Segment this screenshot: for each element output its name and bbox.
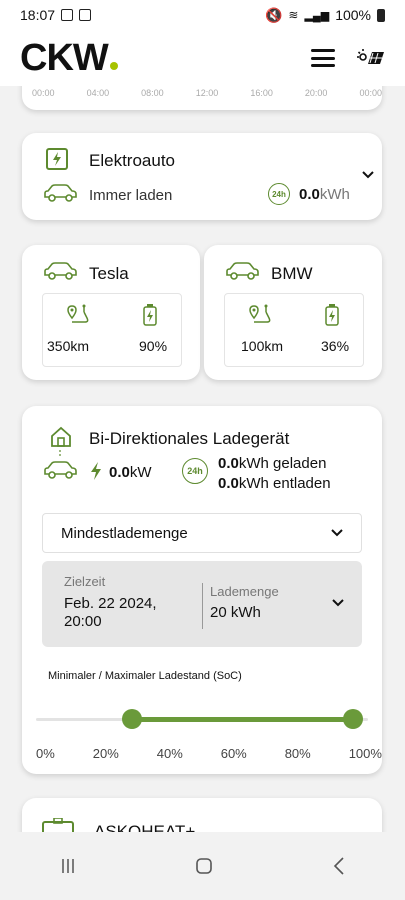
car-icon [226,262,259,280]
daily-energy: 0.0kWh [299,186,350,203]
bidirectional-charger-card[interactable]: Bi-Direktionales Ladegerät 0.0kW 24h 0.0… [22,406,382,774]
system-nav-bar [0,832,405,900]
lightning-icon [91,462,101,480]
lademenge-value[interactable]: 20 kWh [210,604,261,621]
timeline-card: 00:00 04:00 08:00 12:00 16:00 20:00 00:0… [22,86,382,110]
battery-icon [325,304,339,326]
home-icon[interactable] [195,857,213,875]
slider-tick: 100% [348,746,382,761]
energy-charged: 0.0kWh geladen [218,455,326,472]
askoheat-title: ASKOHEAT+ [94,822,196,832]
timeline-tick: 00:00 [32,88,55,98]
soc-range-slider[interactable] [36,709,368,729]
timeline-tick: 16:00 [250,88,273,98]
heater-icon [42,818,74,832]
zielzeit-time[interactable]: 20:00 [64,613,102,630]
back-icon[interactable] [333,857,345,875]
lademenge-label: Lademenge [210,584,279,599]
car-name: BMW [271,264,313,283]
car-soc: 90% [139,338,168,354]
car-stats-box: 350km 90% [42,293,182,367]
current-power-unit: kW [129,464,152,481]
battery-percent: 100% [335,7,371,23]
solar-panel-sun-icon[interactable] [357,46,385,70]
timeline-tick: 12:00 [195,88,219,98]
charging-mode: Immer laden [89,187,173,204]
chevron-down-icon[interactable] [362,171,374,179]
daily-energy-value: 0.0 [299,186,320,203]
energy-charged-value: 0.0 [218,455,239,472]
soc-label: Minimaler / Maximaler Ladestand (SoC) [48,670,242,682]
status-bar: 18:07 🔇 ≋ ▂▄▆ 100% [0,0,405,30]
route-icon [249,304,271,323]
car-icon [44,262,77,280]
slider-min-thumb[interactable] [122,709,143,729]
wifi-icon: ≋ [288,8,299,22]
energy-charged-label: kWh geladen [238,455,327,472]
energy-discharged: 0.0kWh entladen [218,475,331,492]
mode-select-value: Mindestlademenge [61,524,188,542]
timeline-tick: 00:00 [359,88,382,98]
checkbox-notification-icon [79,9,92,21]
dashboard-scroll[interactable]: 00:00 04:00 08:00 12:00 16:00 20:00 00:0… [0,86,405,832]
chevron-down-icon [331,529,343,537]
slider-tick: 60% [220,746,247,761]
ckw-logo[interactable]: CKW [20,37,118,80]
elektroauto-title: Elektroauto [89,151,175,170]
car-card-bmw[interactable]: BMW 100km 36% [204,245,382,380]
car-icon [44,184,77,202]
car-link-icon [44,450,77,479]
ev-charger-icon [46,148,68,170]
app-header: CKW [0,30,405,86]
energy-discharged-label: kWh entladen [238,475,331,492]
status-time: 18:07 [20,7,56,23]
current-power: 0.0kW [109,464,152,481]
recent-apps-icon[interactable] [60,858,76,874]
mute-icon: 🔇 [264,6,283,23]
timeline-tick: 04:00 [86,88,110,98]
timeline-tick: 20:00 [304,88,328,98]
zielzeit-value[interactable]: Feb. 22 2024, [64,595,157,612]
elektroauto-card[interactable]: Elektroauto Immer laden 24h 0.0kWh [22,133,382,220]
divider [202,583,203,629]
logo-dot [109,61,118,70]
zielzeit-label: Zielzeit [64,574,106,589]
24h-icon: 24h [268,183,290,205]
battery-icon [143,304,157,326]
gallery-notification-icon [61,9,74,21]
daily-energy-unit: kWh [319,186,350,203]
24h-icon: 24h [182,458,208,484]
slider-fill [132,717,354,722]
slider-tick: 40% [156,746,183,761]
car-range: 350km [47,338,90,354]
slider-tick: 0% [36,746,55,761]
schedule-panel[interactable]: Zielzeit Feb. 22 2024, 20:00 Lademenge 2… [42,561,362,647]
car-stats-box: 100km 36% [224,293,364,367]
car-range: 100km [241,338,284,354]
house-charger-icon [51,426,71,447]
slider-tick: 80% [284,746,311,761]
route-icon [67,304,89,323]
slider-tick: 20% [92,746,119,761]
timeline-axis: 00:00 04:00 08:00 12:00 16:00 20:00 00:0… [32,88,382,98]
car-soc: 36% [321,338,350,354]
bidir-title: Bi-Direktionales Ladegerät [89,429,290,448]
askoheat-card[interactable]: ASKOHEAT+ [22,798,382,832]
current-power-value: 0.0 [109,464,130,481]
timeline-tick: 08:00 [141,88,164,98]
car-card-tesla[interactable]: Tesla 350km 90% [22,245,200,380]
menu-icon[interactable] [311,49,335,67]
car-name: Tesla [89,264,129,283]
chevron-down-icon[interactable] [332,599,344,607]
signal-icon: ▂▄▆ [304,9,330,22]
energy-discharged-value: 0.0 [218,475,239,492]
slider-max-thumb[interactable] [343,709,364,729]
mode-select[interactable]: Mindestlademenge [42,513,362,553]
slider-scale: 0% 20% 40% 60% 80% 100% [36,746,382,761]
battery-icon [377,8,385,22]
